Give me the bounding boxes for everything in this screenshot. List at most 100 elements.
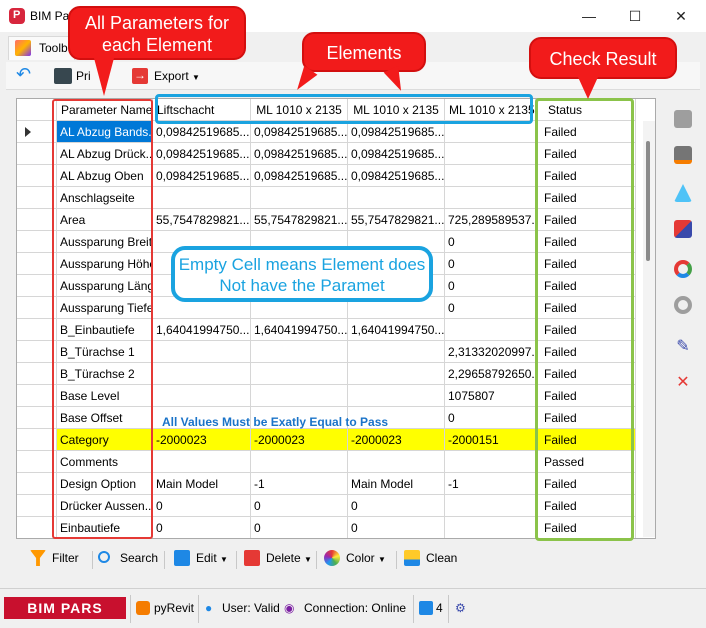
row-header[interactable] bbox=[17, 121, 57, 143]
value-cell[interactable]: 1,64041994750... bbox=[251, 319, 348, 341]
value-cell[interactable]: Main Model bbox=[153, 473, 251, 495]
value-cell[interactable]: 0,09842519685... bbox=[348, 165, 445, 187]
close-button[interactable]: ✕ bbox=[658, 0, 704, 32]
pyrevit-label[interactable]: pyRevit bbox=[154, 601, 194, 615]
delete-button[interactable]: Delete ▼ bbox=[244, 550, 312, 568]
value-cell[interactable] bbox=[445, 143, 536, 165]
value-cell[interactable] bbox=[445, 121, 536, 143]
value-cell[interactable] bbox=[348, 341, 445, 363]
value-cell[interactable]: 0 bbox=[348, 517, 445, 538]
back-arrow-icon[interactable]: ↶ bbox=[16, 65, 31, 85]
filter-button[interactable]: Filter bbox=[30, 550, 79, 568]
value-cell[interactable] bbox=[251, 385, 348, 407]
row-header[interactable] bbox=[17, 165, 57, 187]
value-cell[interactable]: 0 bbox=[251, 517, 348, 538]
shapes-icon[interactable] bbox=[674, 220, 692, 238]
value-cell[interactable]: 0,09842519685... bbox=[348, 121, 445, 143]
pin-icon[interactable]: ✎ bbox=[674, 336, 692, 355]
row-header[interactable] bbox=[17, 407, 57, 429]
row-header[interactable] bbox=[17, 319, 57, 341]
value-cell[interactable]: 0,09842519685... bbox=[153, 165, 251, 187]
value-cell[interactable]: Main Model bbox=[348, 473, 445, 495]
value-cell[interactable]: 1,64041994750... bbox=[153, 319, 251, 341]
row-header[interactable] bbox=[17, 451, 57, 473]
value-cell[interactable] bbox=[251, 187, 348, 209]
export-button[interactable]: Export ▼ bbox=[132, 66, 200, 85]
value-cell[interactable]: 0 bbox=[153, 517, 251, 538]
value-cell[interactable] bbox=[348, 385, 445, 407]
value-cell[interactable]: -2000023 bbox=[153, 429, 251, 451]
print-button[interactable]: Pri bbox=[54, 67, 91, 85]
value-cell[interactable] bbox=[445, 319, 536, 341]
value-cell[interactable] bbox=[251, 341, 348, 363]
row-header[interactable] bbox=[17, 495, 57, 517]
value-cell[interactable]: 0,09842519685... bbox=[251, 121, 348, 143]
value-cell[interactable] bbox=[153, 341, 251, 363]
value-cell[interactable] bbox=[445, 187, 536, 209]
vertical-scrollbar[interactable] bbox=[643, 121, 655, 537]
value-cell[interactable] bbox=[153, 187, 251, 209]
value-cell[interactable]: 0 bbox=[445, 297, 536, 319]
value-cell[interactable]: -1 bbox=[445, 473, 536, 495]
value-cell[interactable]: 0 bbox=[445, 231, 536, 253]
value-cell[interactable]: 0 bbox=[445, 275, 536, 297]
edit-button[interactable]: Edit ▼ bbox=[174, 550, 228, 568]
value-cell[interactable]: 0,09842519685... bbox=[348, 143, 445, 165]
minimize-button[interactable]: — bbox=[566, 0, 612, 32]
color-ring-icon[interactable] bbox=[674, 260, 692, 278]
value-cell[interactable]: 55,7547829821... bbox=[348, 209, 445, 231]
value-cell[interactable]: -2000151 bbox=[445, 429, 536, 451]
value-cell[interactable]: 1075807 bbox=[445, 385, 536, 407]
maximize-button[interactable]: ☐ bbox=[612, 0, 658, 32]
value-cell[interactable] bbox=[153, 385, 251, 407]
value-cell[interactable] bbox=[348, 187, 445, 209]
value-cell[interactable]: 0 bbox=[348, 495, 445, 517]
value-cell[interactable]: 0 bbox=[445, 407, 536, 429]
reset-ring-icon[interactable] bbox=[674, 296, 692, 314]
value-cell[interactable]: -1 bbox=[251, 473, 348, 495]
row-header[interactable] bbox=[17, 429, 57, 451]
value-cell[interactable]: 2,29658792650... bbox=[445, 363, 536, 385]
hide-icon[interactable] bbox=[674, 146, 692, 164]
select-icon[interactable] bbox=[674, 184, 692, 202]
value-cell[interactable] bbox=[251, 451, 348, 473]
value-cell[interactable] bbox=[348, 363, 445, 385]
value-cell[interactable]: 0 bbox=[251, 495, 348, 517]
row-header[interactable] bbox=[17, 187, 57, 209]
value-cell[interactable]: 1,64041994750... bbox=[348, 319, 445, 341]
value-cell[interactable] bbox=[445, 451, 536, 473]
value-cell[interactable]: 0 bbox=[153, 495, 251, 517]
color-button[interactable]: Color ▼ bbox=[324, 550, 386, 568]
toolbox-tab[interactable]: Toolb bbox=[8, 36, 75, 60]
row-header[interactable] bbox=[17, 275, 57, 297]
value-cell[interactable]: -2000023 bbox=[251, 429, 348, 451]
row-header[interactable] bbox=[17, 209, 57, 231]
value-cell[interactable]: 0,09842519685... bbox=[251, 165, 348, 187]
settings-gear-icon[interactable]: ⚙ bbox=[455, 601, 466, 615]
row-header[interactable] bbox=[17, 385, 57, 407]
row-header[interactable] bbox=[17, 143, 57, 165]
value-cell[interactable]: -2000023 bbox=[348, 429, 445, 451]
value-cell[interactable] bbox=[153, 451, 251, 473]
value-cell[interactable]: 2,31332020997... bbox=[445, 341, 536, 363]
value-cell[interactable]: 725,289589537... bbox=[445, 209, 536, 231]
scrollbar-thumb[interactable] bbox=[646, 141, 650, 261]
value-cell[interactable]: 0,09842519685... bbox=[251, 143, 348, 165]
value-cell[interactable] bbox=[445, 165, 536, 187]
clean-button[interactable]: Clean bbox=[404, 550, 457, 568]
isolate-icon[interactable] bbox=[674, 110, 692, 128]
value-cell[interactable] bbox=[445, 495, 536, 517]
row-header[interactable] bbox=[17, 473, 57, 495]
value-cell[interactable] bbox=[153, 363, 251, 385]
value-cell[interactable]: 0,09842519685... bbox=[153, 143, 251, 165]
row-header[interactable] bbox=[17, 517, 57, 538]
row-header[interactable] bbox=[17, 363, 57, 385]
row-header[interactable] bbox=[17, 231, 57, 253]
value-cell[interactable] bbox=[251, 363, 348, 385]
value-cell[interactable]: 55,7547829821... bbox=[251, 209, 348, 231]
search-button[interactable]: Search bbox=[98, 550, 158, 568]
row-header[interactable] bbox=[17, 297, 57, 319]
value-cell[interactable]: 0 bbox=[445, 253, 536, 275]
value-cell[interactable] bbox=[348, 451, 445, 473]
row-header[interactable] bbox=[17, 253, 57, 275]
